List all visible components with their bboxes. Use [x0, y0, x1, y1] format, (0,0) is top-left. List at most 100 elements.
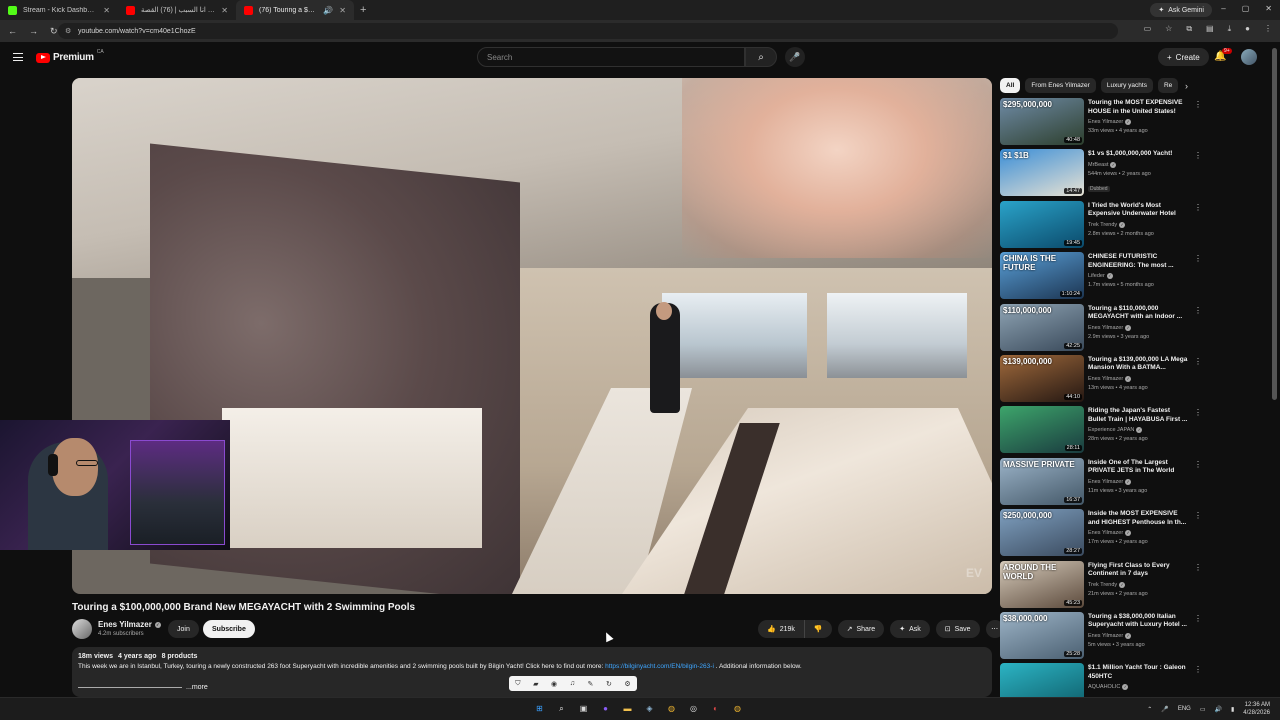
account-avatar[interactable]: [1241, 49, 1257, 65]
more-vertical-icon[interactable]: ⋮: [1194, 100, 1202, 109]
share-button[interactable]: ↗ Share: [837, 620, 885, 638]
recommendation-channel[interactable]: Enes Yilmazer: [1088, 325, 1123, 331]
recommendation-item[interactable]: CHINA IS THE FUTURE 1:10:24 CHINESE FUTUR…: [1000, 251, 1210, 302]
recommendation-item[interactable]: 28:11 Riding the Japan's Fastest Bullet …: [1000, 405, 1210, 456]
browser-tab-active[interactable]: (76) Touring a $100,000,000 🔊 ✕: [236, 0, 354, 20]
products-count[interactable]: 8 products: [162, 653, 198, 660]
like-button[interactable]: 👍 219k: [758, 620, 805, 638]
youtube-logo[interactable]: Premium CA: [36, 49, 104, 63]
folder-icon[interactable]: ▰: [533, 680, 538, 688]
more-vertical-icon[interactable]: ⋮: [1194, 306, 1202, 315]
recommendation-title[interactable]: $1 vs $1,000,000,000 Yacht!: [1088, 150, 1188, 159]
page-scrollbar[interactable]: [1272, 48, 1277, 400]
recommendation-item[interactable]: AROUND THE WORLD 45:23 Flying First Class…: [1000, 560, 1210, 611]
files-icon[interactable]: ▣: [576, 701, 591, 716]
recommendation-title[interactable]: CHINESE FUTURISTIC ENGINEERING: The most…: [1088, 253, 1188, 270]
show-more-link[interactable]: ...more: [186, 684, 208, 691]
recommendation-thumbnail[interactable]: $139,000,000 44:10: [1000, 354, 1084, 402]
back-icon[interactable]: ←: [8, 26, 17, 37]
save-button[interactable]: ⊡ Save: [935, 620, 980, 638]
recommendation-thumbnail[interactable]: $250,000,000 28:27: [1000, 509, 1084, 557]
site-info-icon[interactable]: ⚙: [65, 27, 71, 35]
more-vertical-icon[interactable]: ⋮: [1194, 460, 1202, 469]
channel-avatar[interactable]: [72, 619, 92, 639]
bookmark-star-icon[interactable]: ☆: [1165, 24, 1172, 34]
recommendation-thumbnail[interactable]: AROUND THE WORLD 45:23: [1000, 560, 1084, 608]
download-icon[interactable]: ⤓: [1228, 24, 1232, 34]
recommendation-channel[interactable]: Enes Yilmazer: [1088, 376, 1123, 382]
search-icon[interactable]: ⌕: [554, 701, 569, 716]
more-vertical-icon[interactable]: ⋮: [1194, 511, 1202, 520]
recommendation-channel[interactable]: MrBeast: [1088, 162, 1108, 168]
ask-button[interactable]: ✦ Ask: [890, 620, 930, 638]
close-tab-icon[interactable]: ✕: [221, 6, 228, 15]
browser-tab-youtube-2[interactable]: هل انا السبب | (76) القصة ✕: [118, 0, 236, 20]
recommendation-thumbnail[interactable]: 19:45: [1000, 200, 1084, 248]
recommendation-channel[interactable]: Enes Yilmazer: [1088, 530, 1123, 536]
more-vertical-icon[interactable]: ⋮: [1194, 254, 1202, 263]
audio-icon[interactable]: ♫: [570, 680, 575, 687]
recommendation-item[interactable]: $250,000,000 28:27 Inside the MOST EXPENS…: [1000, 508, 1210, 559]
recommendation-title[interactable]: Flying First Class to Every Continent in…: [1088, 562, 1188, 579]
recommendation-channel[interactable]: Experience JAPAN: [1088, 427, 1134, 433]
chip-luxury-yachts[interactable]: Luxury yachts: [1100, 78, 1153, 93]
voice-search-button[interactable]: 🎤: [785, 47, 805, 67]
steam-icon[interactable]: ◈: [642, 701, 657, 716]
channel-name[interactable]: Enes Yilmazer: [98, 620, 152, 629]
chevron-right-icon[interactable]: ›: [1185, 81, 1188, 91]
camera-icon[interactable]: ◉: [551, 680, 557, 688]
recommendation-channel[interactable]: Enes Yilmazer: [1088, 119, 1123, 125]
new-tab-button[interactable]: +: [360, 4, 366, 16]
profile-icon[interactable]: ●: [1245, 24, 1250, 34]
file-explorer-icon[interactable]: ▬: [620, 701, 635, 716]
cast-icon[interactable]: ▭: [1144, 24, 1152, 34]
chrome-active-icon[interactable]: ◍: [730, 701, 745, 716]
more-vertical-icon[interactable]: ⋮: [1194, 614, 1202, 623]
obs-icon[interactable]: ◎: [686, 701, 701, 716]
close-tab-icon[interactable]: ✕: [339, 6, 346, 15]
recommendation-title[interactable]: Touring a $110,000,000 MEGAYACHT with an…: [1088, 305, 1188, 322]
recommendation-title[interactable]: Riding the Japan's Fastest Bullet Train …: [1088, 407, 1188, 424]
settings-icon[interactable]: ⚙: [624, 680, 630, 688]
recommendation-channel[interactable]: Enes Yilmazer: [1088, 633, 1123, 639]
refresh-icon[interactable]: ↻: [606, 680, 612, 688]
recommendation-item[interactable]: $1 $1B 14:47 $1 vs $1,000,000,000 Yacht! …: [1000, 148, 1210, 199]
url-field[interactable]: ⚙ youtube.com/watch?v=cm40e1ChozE: [58, 23, 1118, 39]
recommendation-item[interactable]: $295,000,000 40:48 Touring the MOST EXPEN…: [1000, 97, 1210, 148]
maximize-icon[interactable]: ▢: [1242, 4, 1250, 13]
chip-related[interactable]: Re: [1157, 78, 1179, 93]
recommendation-title[interactable]: Inside One of The Largest PRIVATE JETS i…: [1088, 459, 1188, 476]
browser-tab-kick[interactable]: Stream - Kick Dashboard ✕: [0, 0, 118, 20]
close-window-icon[interactable]: ✕: [1265, 4, 1272, 13]
shield-icon[interactable]: ⛉: [515, 680, 520, 688]
recommendation-title[interactable]: $1.1 Million Yacht Tour : Galeon 450HTC: [1088, 664, 1188, 681]
search-input[interactable]: Search: [477, 47, 745, 67]
recommendation-title[interactable]: I Tried the World's Most Expensive Under…: [1088, 202, 1188, 219]
battery-icon[interactable]: ▮: [1231, 706, 1234, 713]
volume-icon[interactable]: 🔊: [1215, 706, 1222, 713]
recommendation-thumbnail[interactable]: $110,000,000 42:25: [1000, 303, 1084, 351]
recommendation-title[interactable]: Touring a $139,000,000 LA Mega Mansion W…: [1088, 356, 1188, 373]
recommendation-channel[interactable]: Enes Yilmazer: [1088, 479, 1123, 485]
more-vertical-icon[interactable]: ⋮: [1194, 408, 1202, 417]
windows-start-icon[interactable]: ⊞: [532, 701, 547, 716]
hamburger-menu-icon[interactable]: [13, 53, 23, 61]
recommendation-thumbnail[interactable]: MASSIVE PRIVATE 16:37: [1000, 457, 1084, 505]
microphone-icon[interactable]: 🎤: [1161, 706, 1168, 713]
recommendation-item[interactable]: $38,000,000 25:28 Touring a $38,000,000 I…: [1000, 611, 1210, 662]
reload-icon[interactable]: ↻: [50, 26, 58, 37]
app-icon[interactable]: ◐: [708, 701, 723, 716]
recommendation-channel[interactable]: Trek Trendy: [1088, 222, 1117, 228]
recommendation-item[interactable]: $110,000,000 42:25 Touring a $110,000,000…: [1000, 303, 1210, 354]
browser-menu-icon[interactable]: ⋮: [1264, 24, 1272, 34]
ask-gemini-button[interactable]: ✦ Ask Gemini: [1150, 3, 1212, 17]
forward-icon[interactable]: →: [29, 26, 38, 37]
create-button[interactable]: + Create: [1158, 48, 1209, 66]
more-vertical-icon[interactable]: ⋮: [1194, 357, 1202, 366]
description-link[interactable]: https://bilginyacht.com/EN/bilgin-263-i: [605, 663, 714, 670]
more-vertical-icon[interactable]: ⋮: [1194, 151, 1202, 160]
recommendation-channel[interactable]: Trek Trendy: [1088, 582, 1117, 588]
join-button[interactable]: Join: [168, 620, 199, 638]
recommendation-item[interactable]: $139,000,000 44:10 Touring a $139,000,000…: [1000, 354, 1210, 405]
chevron-up-icon[interactable]: ⌃: [1147, 706, 1152, 713]
